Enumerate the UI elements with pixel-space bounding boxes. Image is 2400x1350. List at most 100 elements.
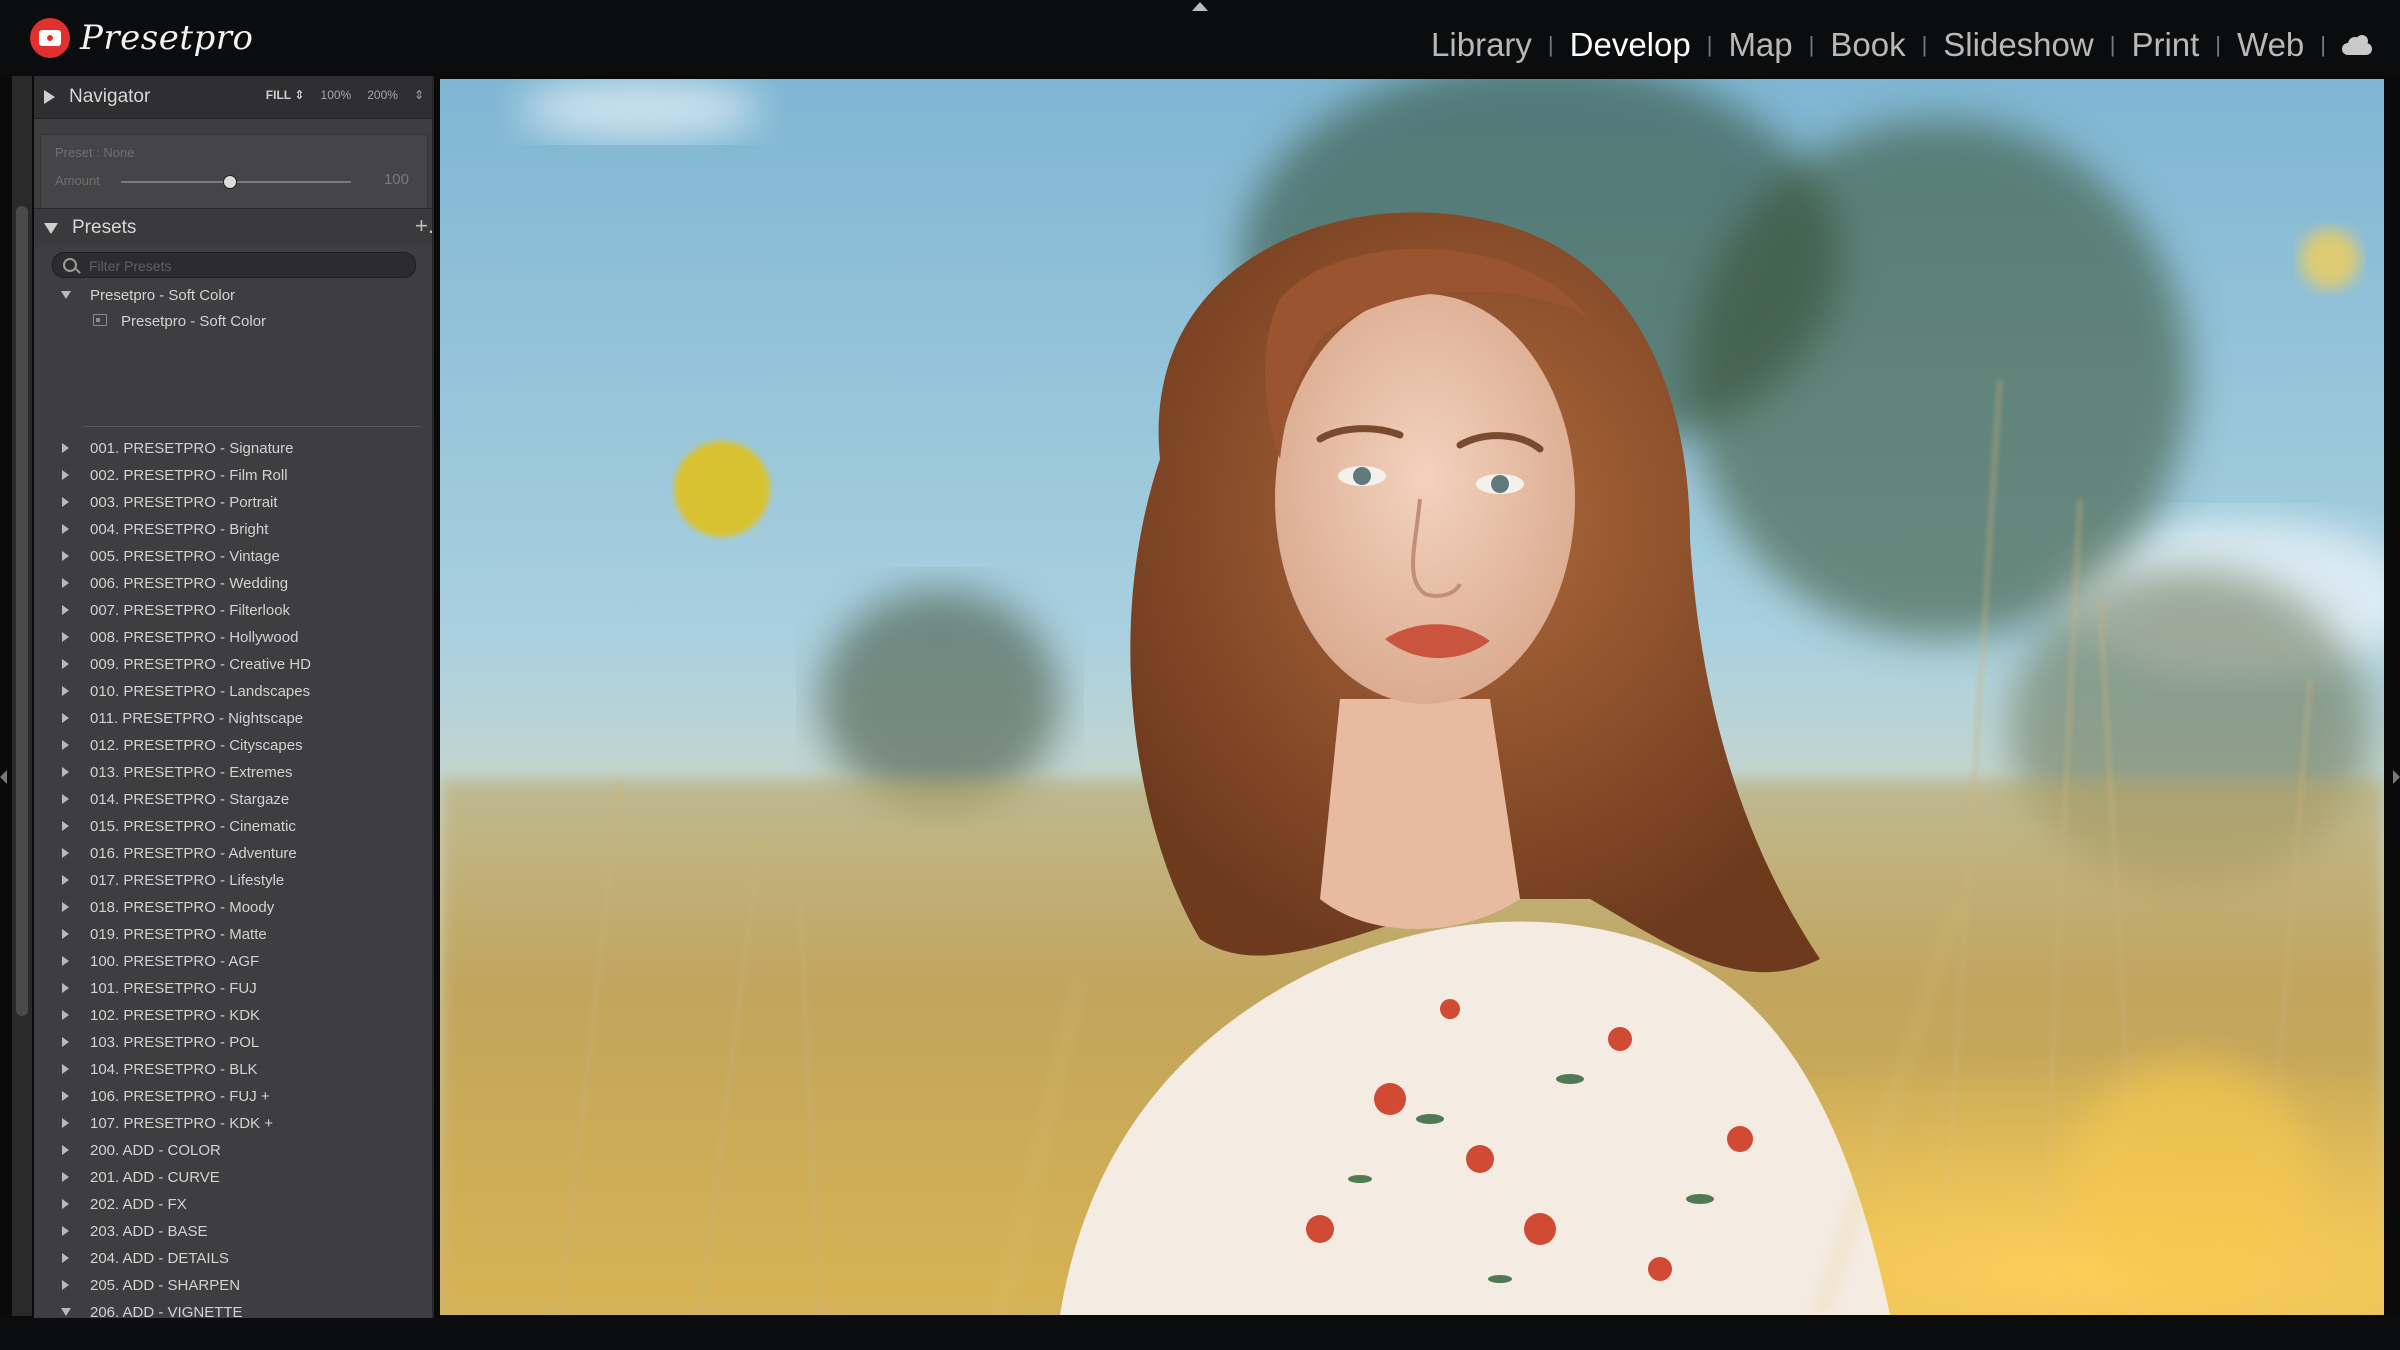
collapsed-caret-icon[interactable] — [62, 578, 69, 588]
preset-group-label: 203. ADD - BASE — [90, 1222, 208, 1240]
collapsed-caret-icon[interactable] — [62, 1118, 69, 1128]
zoom-fill[interactable]: FILL ⇕ — [266, 88, 305, 102]
collapsed-caret-icon[interactable] — [62, 794, 69, 804]
collapsed-caret-icon[interactable] — [62, 524, 69, 534]
module-print[interactable]: Print — [2129, 26, 2201, 64]
collapsed-caret-icon[interactable] — [62, 605, 69, 615]
expand-left-panel-icon[interactable] — [0, 770, 7, 784]
collapsed-caret-icon[interactable] — [62, 929, 69, 939]
expand-right-panel-icon[interactable] — [2393, 770, 2400, 784]
collapsed-caret-icon[interactable] — [62, 1010, 69, 1020]
module-picker: Library | Develop | Map | Book | Slidesh… — [1429, 22, 2372, 68]
collapsed-caret-icon[interactable] — [62, 1199, 69, 1209]
amount-value[interactable]: 100 — [384, 171, 409, 188]
collapse-triangle-icon[interactable] — [44, 222, 58, 234]
zoom-100[interactable]: 100% — [321, 88, 352, 102]
preset-icon — [93, 314, 107, 326]
cloud-sync-icon[interactable] — [2342, 35, 2372, 55]
zoom-more-icon[interactable]: ⇕ — [414, 88, 424, 102]
module-separator: | — [1547, 32, 1554, 57]
preset-group-label: 016. PRESETPRO - Adventure — [90, 844, 297, 862]
module-book[interactable]: Book — [1828, 26, 1907, 64]
presets-header[interactable]: Presets +. — [34, 208, 432, 247]
collapsed-caret-icon[interactable] — [62, 875, 69, 885]
scrollbar-thumb[interactable] — [16, 206, 28, 1016]
preset-group-label: 204. ADD - DETAILS — [90, 1249, 229, 1267]
preset-amount-box: Preset : None Amount 100 — [40, 134, 428, 218]
photo-canvas[interactable] — [440, 79, 2384, 1315]
preset-group-label: 014. PRESETPRO - Stargaze — [90, 790, 290, 808]
collapsed-caret-icon[interactable] — [62, 767, 69, 777]
expanded-caret-icon[interactable] — [61, 291, 71, 299]
collapsed-caret-icon[interactable] — [62, 1226, 69, 1236]
app-logo: Presetpro — [30, 16, 253, 60]
collapsed-caret-icon[interactable] — [62, 1091, 69, 1101]
expand-triangle-icon[interactable] — [44, 90, 55, 104]
module-separator: | — [1921, 32, 1928, 57]
collapsed-caret-icon[interactable] — [62, 1253, 69, 1263]
preset-group-label: 005. PRESETPRO - Vintage — [90, 547, 280, 565]
preset-group-label: 017. PRESETPRO - Lifestyle — [90, 871, 285, 889]
collapsed-caret-icon[interactable] — [62, 983, 69, 993]
preset-group-label: 103. PRESETPRO - POL — [90, 1033, 260, 1051]
module-web[interactable]: Web — [2235, 26, 2306, 64]
collapsed-caret-icon[interactable] — [62, 1280, 69, 1290]
preset-group-label: 200. ADD - COLOR — [90, 1141, 221, 1159]
collapsed-caret-icon[interactable] — [62, 551, 69, 561]
preset-group-label: 007. PRESETPRO - Filterlook — [90, 601, 291, 619]
collapsed-caret-icon[interactable] — [62, 740, 69, 750]
preset-group-label: 205. ADD - SHARPEN — [90, 1276, 241, 1294]
collapsed-caret-icon[interactable] — [62, 443, 69, 453]
collapsed-caret-icon[interactable] — [62, 470, 69, 480]
preset-group-label: 106. PRESETPRO - FUJ + — [90, 1087, 270, 1105]
preset-group-label: 101. PRESETPRO - FUJ — [90, 979, 257, 997]
collapsed-caret-icon[interactable] — [62, 713, 69, 723]
module-develop[interactable]: Develop — [1568, 26, 1693, 64]
preset-group-label: 201. ADD - CURVE — [90, 1168, 220, 1186]
amount-label: Amount — [55, 173, 100, 188]
amount-slider-handle[interactable] — [223, 175, 237, 189]
collapsed-caret-icon[interactable] — [62, 1037, 69, 1047]
module-slideshow[interactable]: Slideshow — [1941, 26, 2095, 64]
preset-group-label: 009. PRESETPRO - Creative HD — [90, 655, 311, 673]
collapsed-caret-icon[interactable] — [62, 1064, 69, 1074]
collapsed-caret-icon[interactable] — [62, 848, 69, 858]
module-separator: | — [1706, 32, 1713, 57]
collapse-top-panel-icon[interactable] — [1192, 2, 1208, 11]
collapsed-caret-icon[interactable] — [62, 902, 69, 912]
navigator-header[interactable]: Navigator FILL ⇕ 100% 200% ⇕ — [34, 76, 432, 119]
module-map[interactable]: Map — [1726, 26, 1794, 64]
collapsed-caret-icon[interactable] — [62, 956, 69, 966]
presets-title: Presets — [72, 217, 137, 238]
filter-presets-input[interactable] — [87, 255, 391, 277]
collapsed-caret-icon[interactable] — [62, 659, 69, 669]
preset-group-label: 018. PRESETPRO - Moody — [90, 898, 275, 916]
preset-group-label: 019. PRESETPRO - Matte — [90, 925, 267, 943]
collapsed-caret-icon[interactable] — [62, 1145, 69, 1155]
zoom-options: FILL ⇕ 100% 200% ⇕ — [266, 88, 424, 102]
left-panel: Navigator FILL ⇕ 100% 200% ⇕ Preset : No… — [34, 76, 434, 1318]
preset-group-label: 102. PRESETPRO - KDK — [90, 1006, 261, 1024]
expanded-caret-icon[interactable] — [61, 1308, 71, 1316]
module-separator: | — [2320, 32, 2326, 57]
add-preset-button[interactable]: +. — [415, 213, 432, 239]
filter-presets-field[interactable] — [52, 252, 416, 278]
bottom-bar — [0, 1318, 2400, 1350]
module-separator: | — [2215, 32, 2222, 57]
preset-group-label: 008. PRESETPRO - Hollywood — [90, 628, 299, 646]
preset-group-label: 202. ADD - FX — [90, 1195, 187, 1213]
collapsed-caret-icon[interactable] — [62, 497, 69, 507]
preset-label: Preset : None — [55, 145, 135, 160]
preset-group-label: 001. PRESETPRO - Signature — [90, 439, 294, 457]
zoom-200[interactable]: 200% — [367, 88, 398, 102]
panel-scrollbar[interactable] — [12, 76, 32, 1316]
navigator-title: Navigator — [69, 86, 151, 107]
preset-group-label: 206. ADD - VIGNETTE — [90, 1303, 243, 1319]
preset-group-label: Presetpro - Soft Color — [90, 286, 236, 304]
collapsed-caret-icon[interactable] — [62, 1172, 69, 1182]
collapsed-caret-icon[interactable] — [62, 821, 69, 831]
collapsed-caret-icon[interactable] — [62, 686, 69, 696]
collapsed-caret-icon[interactable] — [62, 632, 69, 642]
module-separator: | — [2109, 32, 2116, 57]
module-library[interactable]: Library — [1429, 26, 1534, 64]
